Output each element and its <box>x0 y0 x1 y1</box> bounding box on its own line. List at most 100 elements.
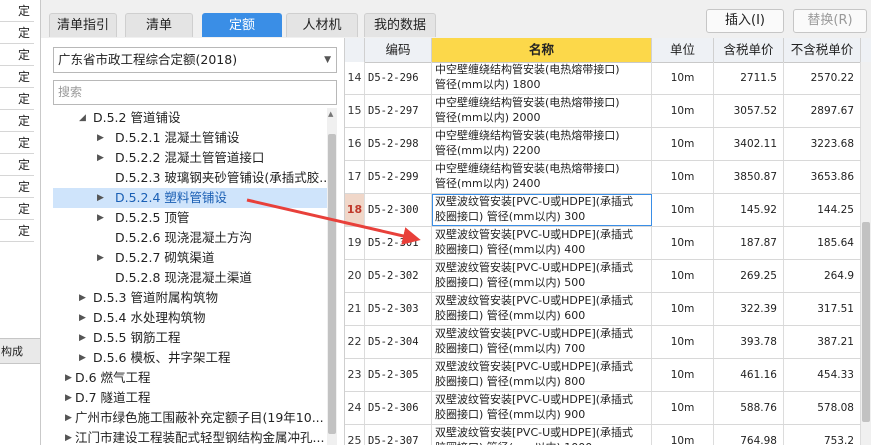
table-row[interactable]: 20 D5-2-302 双壁波纹管安装[PVC-U或HDPE](承插式 胶圈接口) 管… <box>345 260 861 293</box>
left-list-cell[interactable]: 定 <box>0 154 34 176</box>
cell-code[interactable]: D5-2-298 <box>365 128 432 160</box>
cell-name[interactable]: 中空壁缠绕结构管安装(电热熔带接口) 管径(mm以内) 2000 <box>432 95 652 127</box>
cell-code[interactable]: D5-2-301 <box>365 227 432 259</box>
cell-unit[interactable]: 10m <box>652 359 714 391</box>
tree-node[interactable]: ▶ D.5.3 管道附属构筑物 <box>53 288 327 308</box>
expand-arrow-icon[interactable]: ▶ <box>79 308 86 328</box>
table-row[interactable]: 18 D5-2-300 双壁波纹管安装[PVC-U或HDPE](承插式 胶圈接口) 管… <box>345 194 861 227</box>
cell-price-tax[interactable]: 393.78 <box>714 326 784 358</box>
tree-node[interactable]: ▶ D.5.2.4 塑料管铺设 <box>53 188 327 208</box>
cell-code[interactable]: D5-2-307 <box>365 425 432 445</box>
header-price-no-tax[interactable]: 不含税单价 <box>784 38 861 62</box>
tab-list[interactable]: 清单 <box>125 13 193 37</box>
row-index[interactable]: 17 <box>345 161 365 193</box>
cell-price-no-tax[interactable]: 264.9 <box>784 260 861 292</box>
cell-code[interactable]: D5-2-304 <box>365 326 432 358</box>
expand-arrow-icon[interactable]: ▶ <box>79 288 86 308</box>
tree-node[interactable]: ▶ D.7 隧道工程 <box>53 388 327 408</box>
cell-price-tax[interactable]: 3402.11 <box>714 128 784 160</box>
cell-unit[interactable]: 10m <box>652 326 714 358</box>
table-row[interactable]: 19 D5-2-301 双壁波纹管安装[PVC-U或HDPE](承插式 胶圈接口) 管… <box>345 227 861 260</box>
cell-price-no-tax[interactable]: 144.25 <box>784 194 861 226</box>
expand-arrow-icon[interactable]: ▶ <box>97 128 104 148</box>
expand-arrow-icon[interactable]: ▶ <box>97 188 104 208</box>
table-row[interactable]: 16 D5-2-298 中空壁缠绕结构管安装(电热熔带接口) 管径(mm以内) 220… <box>345 128 861 161</box>
cell-name[interactable]: 双壁波纹管安装[PVC-U或HDPE](承插式 胶圈接口) 管径(mm以内) 90… <box>432 392 652 424</box>
row-index[interactable]: 24 <box>345 392 365 424</box>
tree-scrollbar[interactable]: ▲ <box>327 108 337 445</box>
collapse-arrow-icon[interactable]: ◢ <box>79 108 86 128</box>
row-index[interactable]: 19 <box>345 227 365 259</box>
cell-price-no-tax[interactable]: 578.08 <box>784 392 861 424</box>
replace-button[interactable]: 替换(R) <box>793 9 867 33</box>
cell-name[interactable]: 中空壁缠绕结构管安装(电热熔带接口) 管径(mm以内) 1800 <box>432 62 652 94</box>
expand-arrow-icon[interactable]: ▶ <box>65 368 72 388</box>
cell-code[interactable]: D5-2-303 <box>365 293 432 325</box>
search-input[interactable]: 搜索 <box>53 80 337 105</box>
tree-node[interactable]: ▶ D.5.5 钢筋工程 <box>53 328 327 348</box>
left-list-cell[interactable]: 定 <box>0 22 34 44</box>
tree-node[interactable]: ▶ D.5.4 水处理构筑物 <box>53 308 327 328</box>
cell-price-tax[interactable]: 2711.5 <box>714 62 784 94</box>
header-price-tax[interactable]: 含税单价 <box>714 38 784 62</box>
tree-node[interactable]: ▶ 江门市建设工程装配式轻型钢结构金属冲孔... <box>53 428 327 445</box>
tree-node[interactable]: D.5.2.6 现浇混凝土方沟 <box>53 228 327 248</box>
tree-node[interactable]: ▶ 广州市绿色施工围蔽补充定额子目(19年10... <box>53 408 327 428</box>
tab-my-data[interactable]: 我的数据 <box>364 13 436 37</box>
cell-name[interactable]: 中空壁缠绕结构管安装(电热熔带接口) 管径(mm以内) 2200 <box>432 128 652 160</box>
tab-labor-material-machine[interactable]: 人材机 <box>286 13 358 37</box>
cell-price-no-tax[interactable]: 317.51 <box>784 293 861 325</box>
cell-unit[interactable]: 10m <box>652 62 714 94</box>
cell-price-no-tax[interactable]: 753.2 <box>784 425 861 445</box>
cell-price-tax[interactable]: 764.98 <box>714 425 784 445</box>
tree-node[interactable]: ▶ D.5.6 模板、井字架工程 <box>53 348 327 368</box>
cell-price-tax[interactable]: 3850.87 <box>714 161 784 193</box>
tree-node[interactable]: ▶ D.5.2.2 混凝土管管道接口 <box>53 148 327 168</box>
cell-unit[interactable]: 10m <box>652 260 714 292</box>
cell-price-no-tax[interactable]: 2897.67 <box>784 95 861 127</box>
cell-name[interactable]: 中空壁缠绕结构管安装(电热熔带接口) 管径(mm以内) 2400 <box>432 161 652 193</box>
cell-price-no-tax[interactable]: 185.64 <box>784 227 861 259</box>
scroll-up-icon[interactable]: ▲ <box>328 110 333 118</box>
row-index[interactable]: 16 <box>345 128 365 160</box>
library-select[interactable]: 广东省市政工程综合定额(2018) ▼ <box>53 47 337 73</box>
cell-name[interactable]: 双壁波纹管安装[PVC-U或HDPE](承插式 胶圈接口) 管径(mm以内) 80… <box>432 359 652 391</box>
cell-name[interactable]: 双壁波纹管安装[PVC-U或HDPE](承插式 胶圈接口) 管径(mm以内) 60… <box>432 293 652 325</box>
cell-price-tax[interactable]: 461.16 <box>714 359 784 391</box>
header-code[interactable]: 编码 <box>365 38 432 62</box>
row-index[interactable]: 22 <box>345 326 365 358</box>
cell-name[interactable]: 双壁波纹管安装[PVC-U或HDPE](承插式 胶圈接口) 管径(mm以内) 30… <box>432 194 652 226</box>
tree-scroll-thumb[interactable] <box>328 134 336 434</box>
cell-unit[interactable]: 10m <box>652 425 714 445</box>
cell-unit[interactable]: 10m <box>652 293 714 325</box>
row-index[interactable]: 20 <box>345 260 365 292</box>
left-list-cell[interactable]: 定 <box>0 66 34 88</box>
left-list-cell[interactable]: 定 <box>0 110 34 132</box>
cell-price-no-tax[interactable]: 3653.86 <box>784 161 861 193</box>
cell-unit[interactable]: 10m <box>652 95 714 127</box>
cell-unit[interactable]: 10m <box>652 392 714 424</box>
cell-price-no-tax[interactable]: 387.21 <box>784 326 861 358</box>
expand-arrow-icon[interactable]: ▶ <box>97 148 104 168</box>
left-list-cell[interactable]: 定 <box>0 88 34 110</box>
cell-unit[interactable]: 10m <box>652 227 714 259</box>
cell-price-tax[interactable]: 145.92 <box>714 194 784 226</box>
expand-arrow-icon[interactable]: ▶ <box>97 248 104 268</box>
cell-price-tax[interactable]: 322.39 <box>714 293 784 325</box>
cell-code[interactable]: D5-2-302 <box>365 260 432 292</box>
cell-price-no-tax[interactable]: 2570.22 <box>784 62 861 94</box>
cell-price-no-tax[interactable]: 454.33 <box>784 359 861 391</box>
left-list-cell[interactable]: 定 <box>0 220 34 242</box>
tree-node[interactable]: ▶ D.5.2.5 顶管 <box>53 208 327 228</box>
table-row[interactable]: 22 D5-2-304 双壁波纹管安装[PVC-U或HDPE](承插式 胶圈接口) 管… <box>345 326 861 359</box>
cell-unit[interactable]: 10m <box>652 128 714 160</box>
table-row[interactable]: 24 D5-2-306 双壁波纹管安装[PVC-U或HDPE](承插式 胶圈接口) 管… <box>345 392 861 425</box>
grid-scroll-thumb[interactable] <box>862 222 870 422</box>
insert-button[interactable]: 插入(I) <box>706 9 784 33</box>
row-index[interactable]: 15 <box>345 95 365 127</box>
tree-node[interactable]: ▶ D.5.2.7 砌筑渠道 <box>53 248 327 268</box>
expand-arrow-icon[interactable]: ▶ <box>65 388 72 408</box>
cell-price-tax[interactable]: 269.25 <box>714 260 784 292</box>
cell-name[interactable]: 双壁波纹管安装[PVC-U或HDPE](承插式 胶圈接口) 管径(mm以内) 70… <box>432 326 652 358</box>
table-row[interactable]: 23 D5-2-305 双壁波纹管安装[PVC-U或HDPE](承插式 胶圈接口) 管… <box>345 359 861 392</box>
